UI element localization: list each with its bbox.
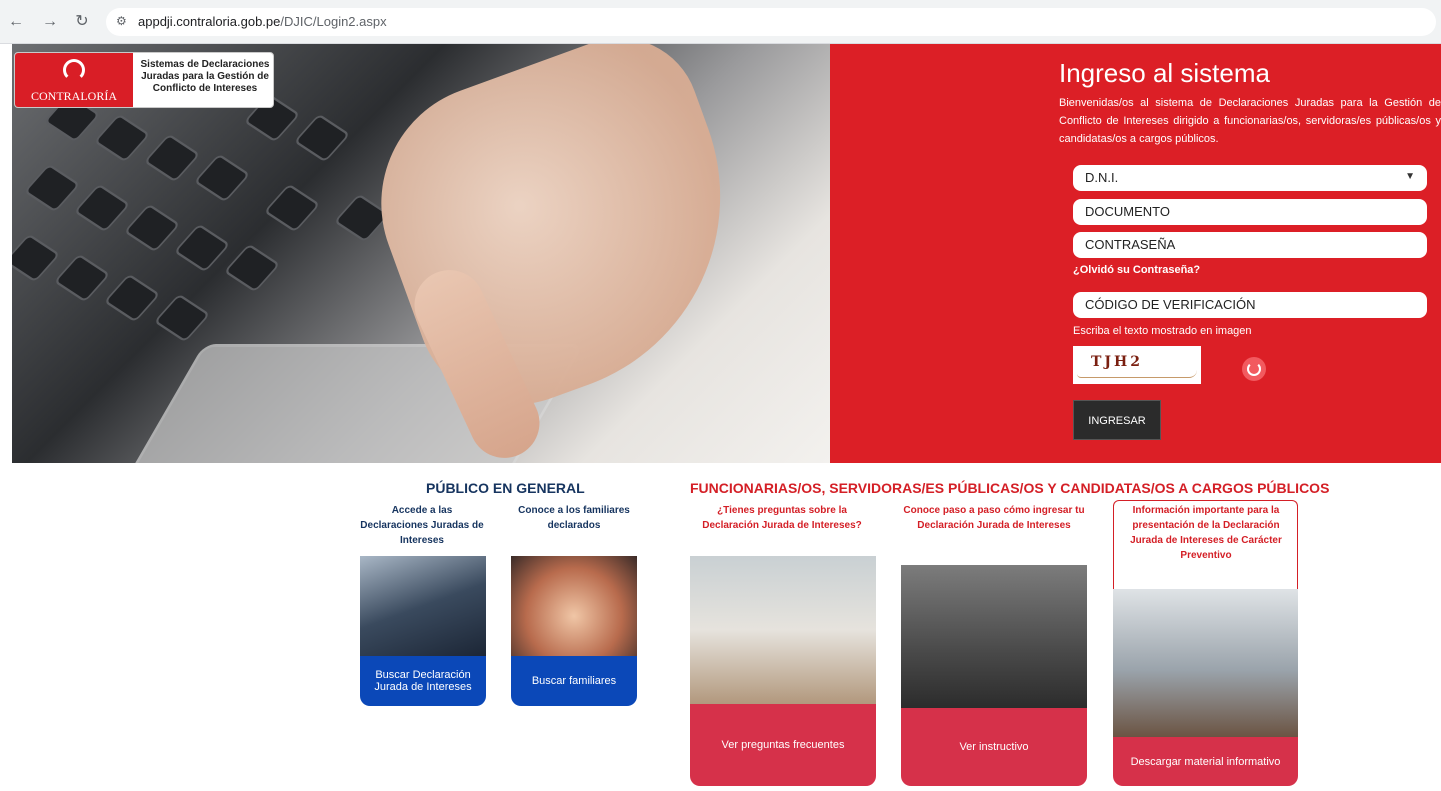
browser-toolbar: ← → ↻ ⚙ appdji.contraloria.gob.pe/DJIC/L… <box>0 0 1441 44</box>
verification-code-placeholder: CÓDIGO DE VERIFICACIÓN <box>1085 297 1256 312</box>
login-button[interactable]: INGRESAR <box>1073 400 1161 440</box>
captcha-image: TJH2 <box>1073 346 1201 384</box>
woman-thinking-image <box>690 556 876 704</box>
url-text: appdji.contraloria.gob.pe/DJIC/Login2.as… <box>138 14 387 29</box>
funcionarios-col2-title: Conoce paso a paso cómo ingresar tu Decl… <box>903 505 1085 531</box>
buscar-declaracion-card[interactable]: Buscar Declaración Jurada de Intereses <box>360 556 486 706</box>
refresh-captcha-icon[interactable] <box>1242 357 1266 381</box>
document-placeholder: DOCUMENTO <box>1085 204 1170 219</box>
material-button[interactable]: Descargar material informativo <box>1113 737 1298 786</box>
buscar-declaracion-button[interactable]: Buscar Declaración Jurada de Intereses <box>360 656 486 706</box>
instructivo-button[interactable]: Ver instructivo <box>901 708 1087 786</box>
login-description: Bienvenidas/os al sistema de Declaracion… <box>1059 97 1441 145</box>
stacked-hands-image <box>511 556 637 656</box>
document-type-value: D.N.I. <box>1085 170 1119 185</box>
funcionarios-section-title: FUNCIONARIAS/OS, SERVIDORAS/ES PÚBLICAS/… <box>690 480 1330 496</box>
login-panel: Ingreso al sistema Bienvenidas/os al sis… <box>830 44 1441 463</box>
page: ← → ↻ ⚙ appdji.contraloria.gob.pe/DJIC/L… <box>0 0 1441 791</box>
document-input[interactable]: DOCUMENTO <box>1073 199 1427 225</box>
logo-brand: CONTRALORÍA <box>31 89 117 103</box>
instructivo-card[interactable]: Ver instructivo <box>901 565 1087 786</box>
laptop-typing-image <box>360 556 486 656</box>
publico-col2-title: Conoce a los familiares declarados <box>518 505 630 531</box>
password-placeholder: CONTRASEÑA <box>1085 237 1176 252</box>
site-info-icon[interactable]: ⚙ <box>116 14 132 30</box>
funcionarios-col1-title: ¿Tienes preguntas sobre la Declaración J… <box>702 505 862 531</box>
logo-subtitle: Sistemas de Declaraciones Juradas para l… <box>140 59 270 94</box>
logo-mark-icon <box>63 59 85 81</box>
forgot-password-link[interactable]: ¿Olvidó su Contraseña? <box>1073 264 1200 276</box>
preguntas-card[interactable]: Ver preguntas frecuentes <box>690 556 876 786</box>
verification-code-input[interactable]: CÓDIGO DE VERIFICACIÓN <box>1073 292 1427 318</box>
login-title: Ingreso al sistema <box>1059 58 1270 88</box>
password-input[interactable]: CONTRASEÑA <box>1073 232 1427 258</box>
meeting-image <box>1113 589 1298 737</box>
captcha-hint: Escriba el texto mostrado en imagen <box>1073 325 1252 337</box>
buscar-familiares-button[interactable]: Buscar familiares <box>511 656 637 706</box>
document-type-select[interactable]: D.N.I. ▼ <box>1073 165 1427 191</box>
contraloria-logo: CONTRALORÍA Sistemas de Declaraciones Ju… <box>14 52 274 108</box>
publico-col1-title: Accede a las Declaraciones Juradas de In… <box>360 505 484 546</box>
chevron-down-icon: ▼ <box>1405 171 1415 182</box>
captcha-text: TJH2 <box>1091 354 1144 370</box>
back-icon[interactable]: ← <box>6 12 26 32</box>
funcionarios-col3-title: Información importante para la presentac… <box>1130 505 1282 561</box>
address-bar[interactable]: ⚙ appdji.contraloria.gob.pe/DJIC/Login2.… <box>106 8 1436 36</box>
preguntas-button[interactable]: Ver preguntas frecuentes <box>690 704 876 786</box>
ereader-image <box>901 565 1087 708</box>
forward-icon[interactable]: → <box>40 12 60 32</box>
publico-section-title: PÚBLICO EN GENERAL <box>426 480 585 496</box>
material-card[interactable]: Descargar material informativo <box>1113 589 1298 786</box>
buscar-familiares-card[interactable]: Buscar familiares <box>511 556 637 706</box>
reload-icon[interactable]: ↻ <box>72 12 92 32</box>
